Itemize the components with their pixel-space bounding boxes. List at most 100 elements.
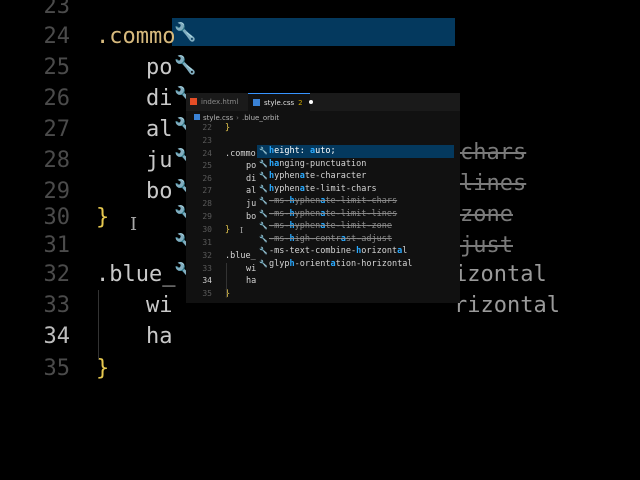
suggestion-label: -ms-high-contrast-adjust xyxy=(269,233,392,244)
wrench-icon: 🔧 xyxy=(259,159,268,168)
line-number: 29 xyxy=(202,212,212,221)
wrench-icon: 🔧 xyxy=(174,55,197,76)
bg-code-line: al xyxy=(146,117,173,142)
html-file-icon xyxy=(190,98,197,105)
indent-guide xyxy=(98,290,99,360)
bg-line-number: 32 xyxy=(43,262,71,287)
wrench-icon: 🔧 xyxy=(259,259,268,268)
suggestion-item[interactable]: 🔧 glyph-orientation-horizontal xyxy=(257,258,454,271)
bg-code-line: wi xyxy=(146,293,173,318)
suggestion-label: -ms-hyphenate-limit-zone xyxy=(269,221,392,231)
text-cursor-icon: I xyxy=(240,226,244,235)
bg-line-number: 34 xyxy=(43,324,71,349)
wrench-icon: 🔧 xyxy=(259,209,268,218)
wrench-icon: 🔧 xyxy=(259,147,268,155)
code-line[interactable]: } xyxy=(225,122,230,134)
bg-code-line: ha xyxy=(146,324,173,349)
breadcrumb-selector[interactable]: .blue_orbit xyxy=(242,114,279,122)
bg-line-number: 23 xyxy=(43,0,71,19)
bg-suggestion-fragment: izontal xyxy=(454,262,547,287)
line-number: 35 xyxy=(202,289,212,298)
code-line[interactable]: ha xyxy=(246,275,256,287)
line-number: 24 xyxy=(202,149,212,158)
code-line[interactable]: al xyxy=(246,185,256,197)
wrench-icon: 🔧 xyxy=(259,247,268,255)
line-number: 33 xyxy=(202,264,212,273)
bg-line-number: 25 xyxy=(43,55,71,80)
unsaved-dot-icon[interactable] xyxy=(308,100,313,104)
bg-line-number: 33 xyxy=(43,293,71,318)
line-number: 26 xyxy=(202,174,212,183)
suggestion-item[interactable]: 🔧 height: auto; xyxy=(257,145,454,158)
wrench-icon: 🔧 xyxy=(259,234,268,243)
suggestion-item[interactable]: 🔧 hyphenate-limit-chars xyxy=(257,183,454,196)
text-cursor-icon: I xyxy=(130,214,138,235)
css-file-icon xyxy=(253,99,260,106)
bg-suggestion-fragment: lines xyxy=(460,171,527,196)
wrench-icon: 🔧 xyxy=(174,22,197,43)
bg-code-line: po xyxy=(146,55,173,80)
suggestion-label: glyph-orientation-horizontal xyxy=(269,258,413,269)
suggestion-item[interactable]: 🔧 -ms-high-contrast-adjust xyxy=(257,233,454,246)
code-line[interactable]: .blue_ xyxy=(225,250,256,262)
code-line[interactable]: } xyxy=(225,224,230,236)
chevron-right-icon: › xyxy=(236,114,239,122)
bg-line-number: 29 xyxy=(43,179,71,204)
line-number: 27 xyxy=(202,186,212,195)
bg-suggestion-fragment: rizontal xyxy=(454,293,560,318)
bg-line-number: 28 xyxy=(43,148,71,173)
suggestion-item[interactable]: 🔧 hyphenate-character xyxy=(257,170,454,183)
line-number: 32 xyxy=(202,251,212,260)
code-line[interactable]: wi xyxy=(246,263,256,275)
background-selection-highlight xyxy=(172,18,455,46)
bg-suggestion-fragment: just xyxy=(460,233,513,258)
bg-code-line: } xyxy=(96,205,110,230)
code-line[interactable]: .commo xyxy=(225,148,256,160)
wrench-icon: 🔧 xyxy=(259,197,268,205)
suggestion-item[interactable]: 🔧 -ms-text-combine-horizontal xyxy=(257,245,454,258)
suggestion-item[interactable]: 🔧 -ms-hyphenate-limit-zone xyxy=(257,220,454,233)
line-number: 34 xyxy=(202,276,212,285)
code-line[interactable]: ju xyxy=(246,198,256,210)
suggestion-label: hanging-punctuation xyxy=(269,158,367,169)
bg-suggestion-fragment: chars xyxy=(460,140,527,165)
bg-line-number: 35 xyxy=(43,356,71,381)
line-number: 31 xyxy=(202,238,212,247)
bg-code-line: di xyxy=(146,86,173,111)
breadcrumb-file[interactable]: style.css xyxy=(203,114,233,122)
breadcrumb: style.css › .blue_orbit xyxy=(194,114,279,122)
tab-index-html[interactable]: index.html xyxy=(190,93,238,111)
suggestion-list: 🔧 height: auto; 🔧 hanging-punctuation 🔧 hyphe… xyxy=(257,145,454,270)
suggestion-label: hyphenate-limit-chars xyxy=(269,183,377,194)
bg-line-number: 24 xyxy=(43,24,71,49)
bg-code-line: .commo xyxy=(96,24,176,49)
suggestion-item[interactable]: 🔧 hanging-punctuation xyxy=(257,158,454,171)
line-number: 25 xyxy=(202,161,212,170)
suggestion-label: height: auto; xyxy=(269,146,336,156)
suggestion-label: -ms-hyphenate-limit-lines xyxy=(269,208,398,219)
line-number: 30 xyxy=(202,225,212,234)
line-number: 28 xyxy=(202,199,212,208)
line-number: 23 xyxy=(202,136,212,145)
suggestion-label: -ms-hyphenate-limit-chars xyxy=(269,196,398,206)
suggestion-item[interactable]: 🔧 -ms-hyphenate-limit-lines xyxy=(257,208,454,221)
suggestion-item[interactable]: 🔧 -ms-hyphenate-limit-chars xyxy=(257,195,454,208)
wrench-icon: 🔧 xyxy=(259,184,268,193)
tab-label: index.html xyxy=(201,98,239,106)
bg-line-number: 31 xyxy=(43,233,71,258)
bg-code-line: ju xyxy=(146,148,173,173)
wrench-icon: 🔧 xyxy=(259,172,268,180)
code-line[interactable]: bo xyxy=(246,211,256,223)
tab-style-css[interactable]: style.css 2 xyxy=(248,93,313,111)
code-line[interactable]: po xyxy=(246,160,256,172)
tab-label: style.css xyxy=(264,99,295,107)
wrench-icon: 🔧 xyxy=(259,222,268,230)
line-number: 22 xyxy=(202,123,212,132)
tab-bar: index.html style.css 2 xyxy=(186,93,460,111)
code-line[interactable]: di xyxy=(246,173,256,185)
indent-guide xyxy=(226,263,227,297)
suggestion-label: hyphenate-character xyxy=(269,171,367,181)
bg-code-line: bo xyxy=(146,179,173,204)
bg-line-number: 26 xyxy=(43,86,71,111)
bg-suggestion-fragment: zone xyxy=(460,202,513,227)
